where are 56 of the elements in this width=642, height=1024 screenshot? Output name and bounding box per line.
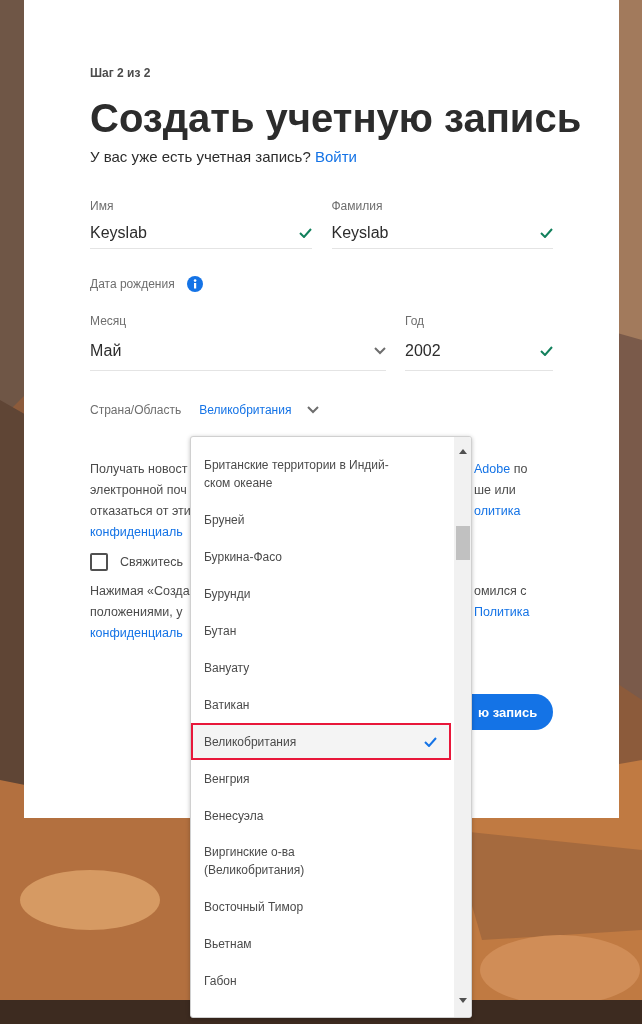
text-field[interactable]: Keyslab — [90, 217, 312, 249]
country-option[interactable]: Бруней — [191, 501, 451, 538]
consent-text: Нажимая «Созда — [90, 584, 190, 598]
check-icon — [424, 736, 437, 747]
consent-text: электронной поч — [90, 483, 187, 497]
month-select[interactable]: Май — [90, 332, 386, 371]
scroll-up-icon[interactable] — [458, 449, 467, 454]
country-option[interactable]: Бурунди — [191, 575, 451, 612]
submit-button[interactable]: ю запись — [470, 694, 554, 730]
country-option[interactable]: Великобритания — [191, 723, 451, 760]
info-icon[interactable] — [186, 276, 203, 292]
consent-text: Получать новост — [90, 462, 188, 476]
country-option[interactable]: Ватикан — [191, 686, 451, 723]
field-label: Страна/Область — [90, 403, 182, 417]
policy-link[interactable]: конфиденциаль — [90, 626, 183, 640]
country-option[interactable]: Венесуэла — [191, 797, 451, 834]
country-option[interactable]: Британские территории в Индий- ском океане — [191, 447, 451, 501]
consent-text: положениями, у — [90, 605, 183, 619]
scrollbar[interactable] — [454, 437, 471, 1017]
country-option[interactable]: Виргинские о-ва (Великобритания) — [191, 834, 451, 888]
signin-link[interactable]: Войти — [314, 148, 357, 165]
country-option[interactable]: Габон — [191, 962, 451, 999]
check-icon — [298, 227, 312, 238]
field-label: Имя — [90, 199, 115, 213]
step-indicator: Шаг 2 из 2 — [90, 66, 152, 80]
check-icon — [540, 227, 553, 238]
country-option[interactable]: Бутан — [191, 612, 451, 649]
page-title: Создать учетную запись — [90, 95, 582, 142]
consent-text: отказаться от эти — [90, 504, 191, 518]
scroll-thumb[interactable] — [456, 526, 470, 560]
policy-link[interactable]: олитика — [474, 504, 521, 518]
year-field[interactable]: 2002 — [405, 332, 553, 371]
check-icon — [540, 346, 553, 356]
signin-prompt: У вас уже есть учетная запись? Войти — [90, 148, 358, 165]
field-label: Дата рождения — [90, 277, 175, 291]
country-select[interactable]: Великобритания — [199, 403, 320, 417]
chevron-down-icon — [307, 406, 320, 414]
consent-text: ше или — [474, 483, 516, 497]
field-label: Месяц — [90, 314, 128, 328]
policy-link[interactable]: Политика — [474, 605, 530, 619]
text-field[interactable]: Keyslab — [331, 217, 553, 249]
consent-checkbox[interactable] — [90, 553, 108, 571]
consent-text: по — [512, 462, 528, 476]
country-option[interactable]: Вануату — [191, 649, 451, 686]
policy-link[interactable]: конфиденциаль — [90, 525, 183, 539]
country-option[interactable]: Восточный Тимор — [191, 888, 451, 925]
country-option[interactable]: Вьетнам — [191, 925, 451, 962]
scroll-down-icon[interactable] — [458, 998, 467, 1003]
consent-text: омился с — [474, 584, 527, 598]
policy-link[interactable]: Adobe — [474, 462, 511, 476]
country-option[interactable]: Венгрия — [191, 760, 451, 797]
chevron-down-icon — [374, 347, 386, 355]
field-label: Фамилия — [331, 199, 384, 213]
consent-label: Свяжитесь — [120, 553, 183, 571]
country-option[interactable]: Буркина-Фасо — [191, 538, 451, 575]
field-label: Год — [405, 314, 426, 328]
